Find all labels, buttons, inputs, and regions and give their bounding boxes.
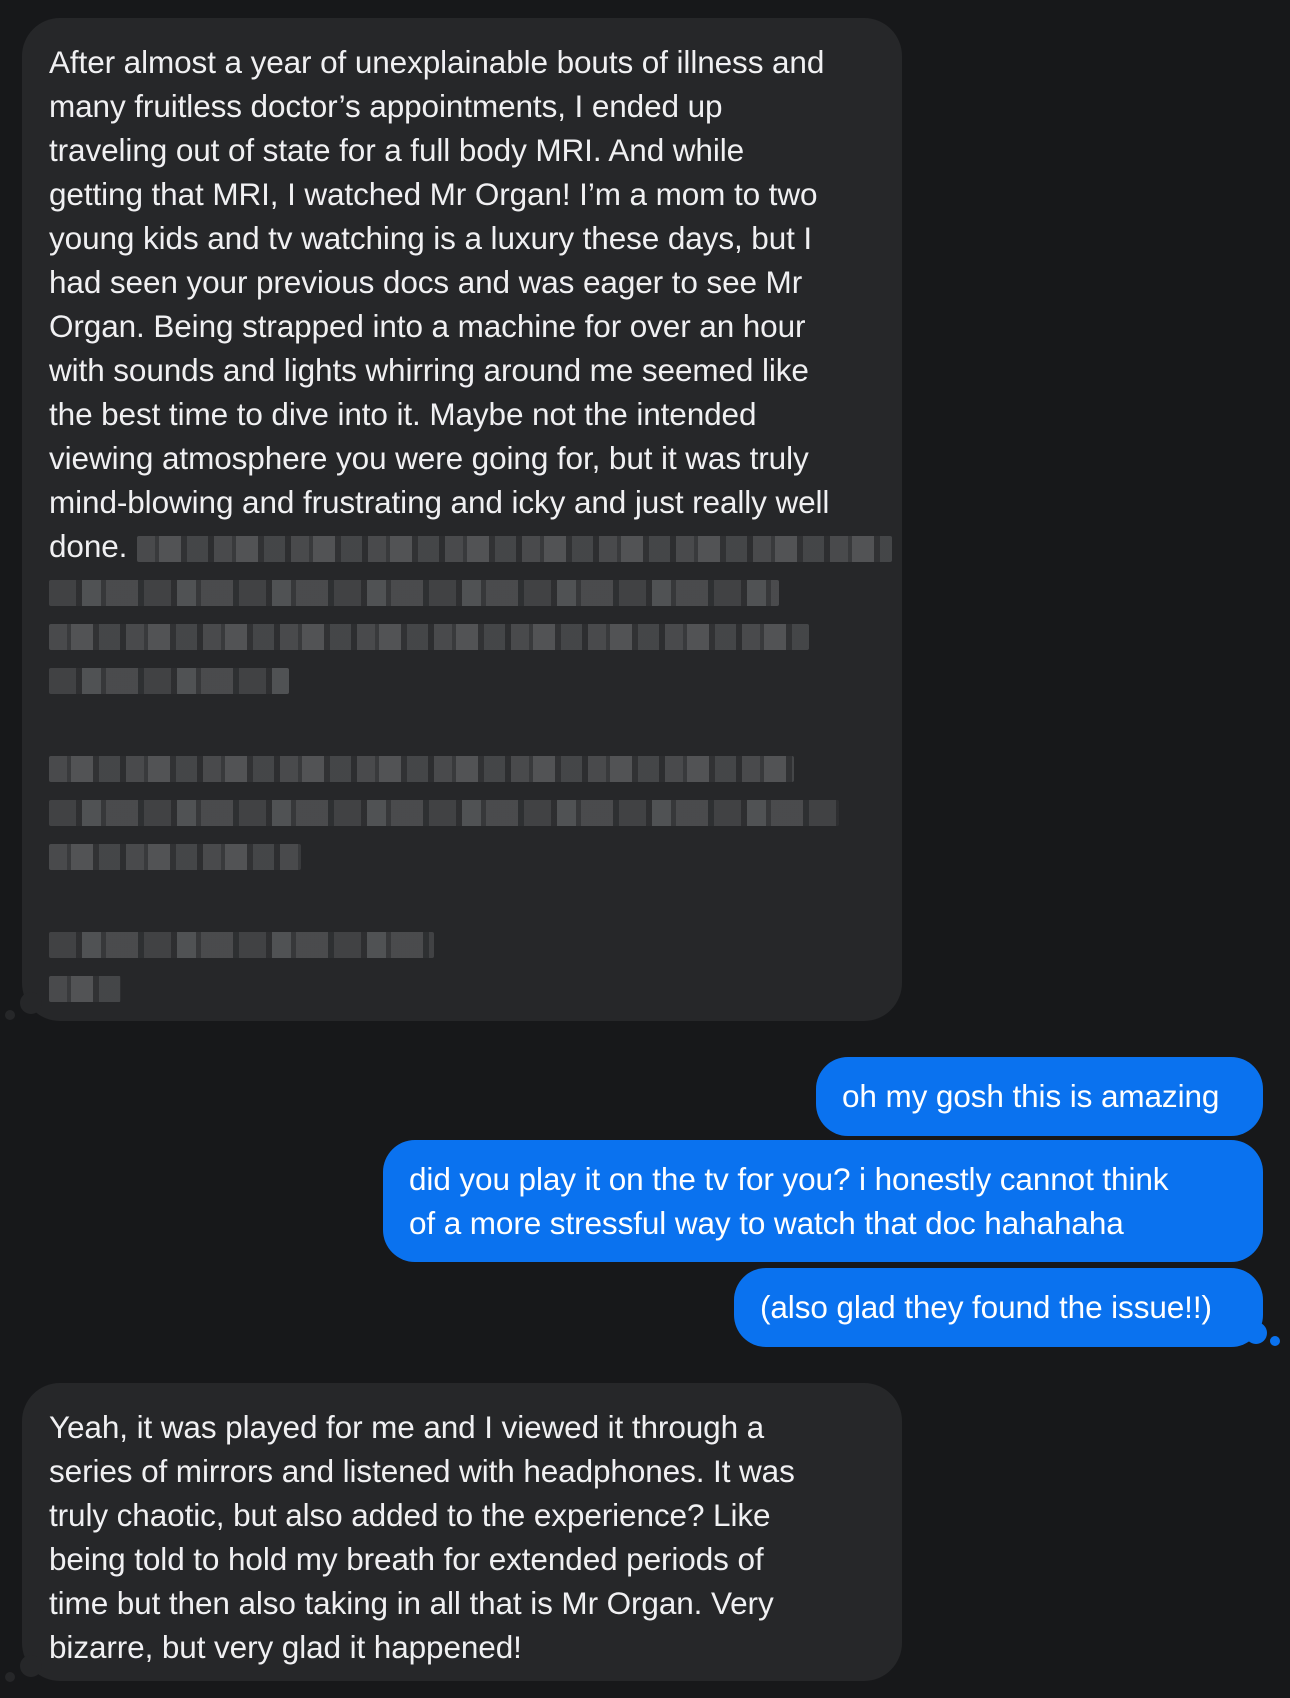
- redacted-text: [49, 668, 289, 694]
- message-line: truly chaotic, but also added to the exp…: [49, 1497, 771, 1533]
- message-line: viewing atmosphere you were going for, b…: [49, 440, 809, 476]
- message-line: getting that MRI, I watched Mr Organ! I’…: [49, 176, 818, 212]
- message-line: Yeah, it was played for me and I viewed …: [49, 1409, 765, 1445]
- message-line: bizarre, but very glad it happened!: [49, 1629, 522, 1665]
- message-bubble-outgoing[interactable]: oh my gosh this is amazing: [816, 1057, 1263, 1136]
- bubble-tail: [5, 1010, 15, 1020]
- redacted-text: [49, 756, 794, 782]
- redacted-text: [49, 976, 121, 1002]
- redacted-text: [49, 624, 809, 650]
- message-line: of a more stressful way to watch that do…: [409, 1205, 1124, 1241]
- message-line: After almost a year of unexplainable bou…: [49, 44, 825, 80]
- message-line: many fruitless doctor’s appointments, I …: [49, 88, 723, 124]
- message-line: Organ. Being strapped into a machine for…: [49, 308, 806, 344]
- message-line: with sounds and lights whirring around m…: [49, 352, 809, 388]
- redacted-text: [49, 580, 779, 606]
- message-bubble-incoming[interactable]: Yeah, it was played for me and I viewed …: [22, 1383, 902, 1681]
- message-line: (also glad they found the issue!!): [760, 1289, 1212, 1325]
- message-line: time but then also taking in all that is…: [49, 1585, 774, 1621]
- message-bubble-incoming[interactable]: After almost a year of unexplainable bou…: [22, 18, 902, 1021]
- bubble-tail: [5, 1672, 15, 1682]
- message-line: oh my gosh this is amazing: [842, 1078, 1220, 1114]
- bubble-tail: [1270, 1336, 1280, 1346]
- redacted-text: [137, 536, 892, 562]
- message-line: series of mirrors and listened with head…: [49, 1453, 795, 1489]
- message-line: being told to hold my breath for extende…: [49, 1541, 764, 1577]
- redacted-text: [49, 800, 839, 826]
- message-line: did you play it on the tv for you? i hon…: [409, 1161, 1169, 1197]
- bubble-tail: [20, 992, 42, 1014]
- message-line: young kids and tv watching is a luxury t…: [49, 220, 813, 256]
- message-line: had seen your previous docs and was eage…: [49, 264, 803, 300]
- message-bubble-outgoing[interactable]: did you play it on the tv for you? i hon…: [383, 1140, 1263, 1262]
- bubble-tail: [1245, 1322, 1267, 1344]
- message-line: traveling out of state for a full body M…: [49, 132, 745, 168]
- message-line: the best time to dive into it. Maybe not…: [49, 396, 757, 432]
- bubble-tail: [20, 1655, 42, 1677]
- message-line: mind-blowing and frustrating and icky an…: [49, 484, 830, 520]
- message-bubble-outgoing[interactable]: (also glad they found the issue!!): [734, 1268, 1263, 1347]
- redacted-text: [49, 932, 434, 958]
- redacted-text: [49, 844, 301, 870]
